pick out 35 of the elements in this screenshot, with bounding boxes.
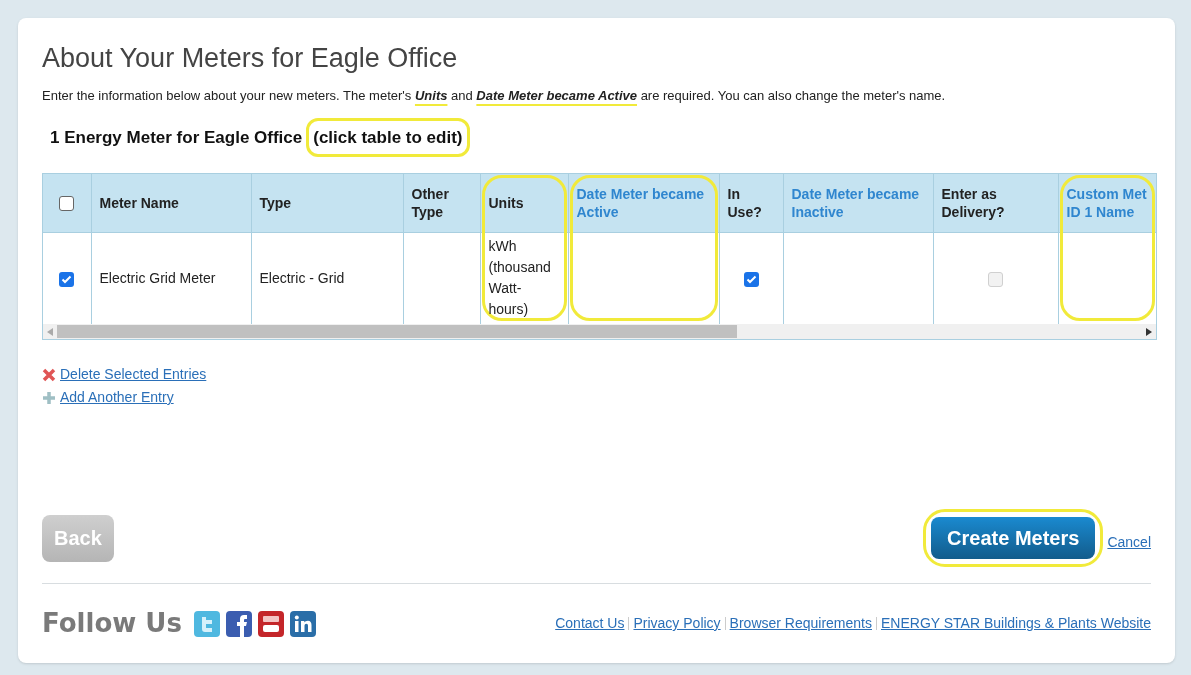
column-header: Other Type — [411, 184, 450, 221]
column-header: Type — [259, 193, 293, 212]
plus-icon — [42, 390, 56, 405]
footer-link[interactable]: Privacy Policy — [633, 613, 721, 634]
column-header: Meter Name — [99, 193, 180, 212]
table-heading: 1 Energy Meter for Eagle Office — [50, 126, 303, 149]
facebook-icon[interactable] — [225, 610, 252, 637]
cancel-link[interactable]: Cancel — [1107, 531, 1151, 553]
column-header-link[interactable]: Custom Met ID 1 Name — [1066, 184, 1148, 221]
footer-link[interactable]: Contact Us — [555, 613, 625, 634]
highlighted-edit-hint: (click table to edit) — [306, 117, 470, 157]
table-cell: Electric - Grid — [259, 269, 345, 286]
column-header-link[interactable]: Date Meter became Inactive — [791, 184, 925, 221]
checkbox[interactable] — [59, 271, 75, 287]
scrollbar-thumb[interactable] — [57, 325, 737, 338]
column-header: Enter as Delivery? — [941, 184, 1006, 221]
linkedin-icon[interactable] — [289, 610, 316, 637]
table-cell: kWh (thousand Watt-hours) — [488, 238, 551, 318]
create-meters-button[interactable]: Create Meters — [931, 517, 1096, 559]
column-header: In Use? — [727, 184, 763, 221]
horizontal-scrollbar[interactable] — [43, 324, 1156, 339]
delete-entries-link[interactable]: Delete Selected Entries — [60, 364, 207, 385]
follow-us-label: Follow Us — [42, 607, 182, 640]
checkbox[interactable] — [743, 271, 759, 287]
page-title: About Your Meters for Eagle Office — [42, 42, 459, 74]
footer-link[interactable]: ENERGY STAR Buildings & Plants Website — [881, 613, 1151, 634]
checkbox[interactable] — [59, 196, 75, 212]
column-header-link[interactable]: Date Meter became Active — [576, 184, 711, 221]
add-entry-link[interactable]: Add Another Entry — [60, 387, 174, 408]
footer-link[interactable]: Browser Requirements — [729, 613, 872, 634]
intro-text: Enter the information below about your new meters. The meter's Units and Date Meter became Active are required. You can also change the meter's name. — [42, 87, 947, 105]
scroll-right-icon[interactable] — [1146, 327, 1152, 336]
table-cell: Electric Grid Meter — [99, 269, 216, 286]
column-header: Units — [488, 193, 525, 212]
delete-x-icon — [42, 367, 56, 382]
